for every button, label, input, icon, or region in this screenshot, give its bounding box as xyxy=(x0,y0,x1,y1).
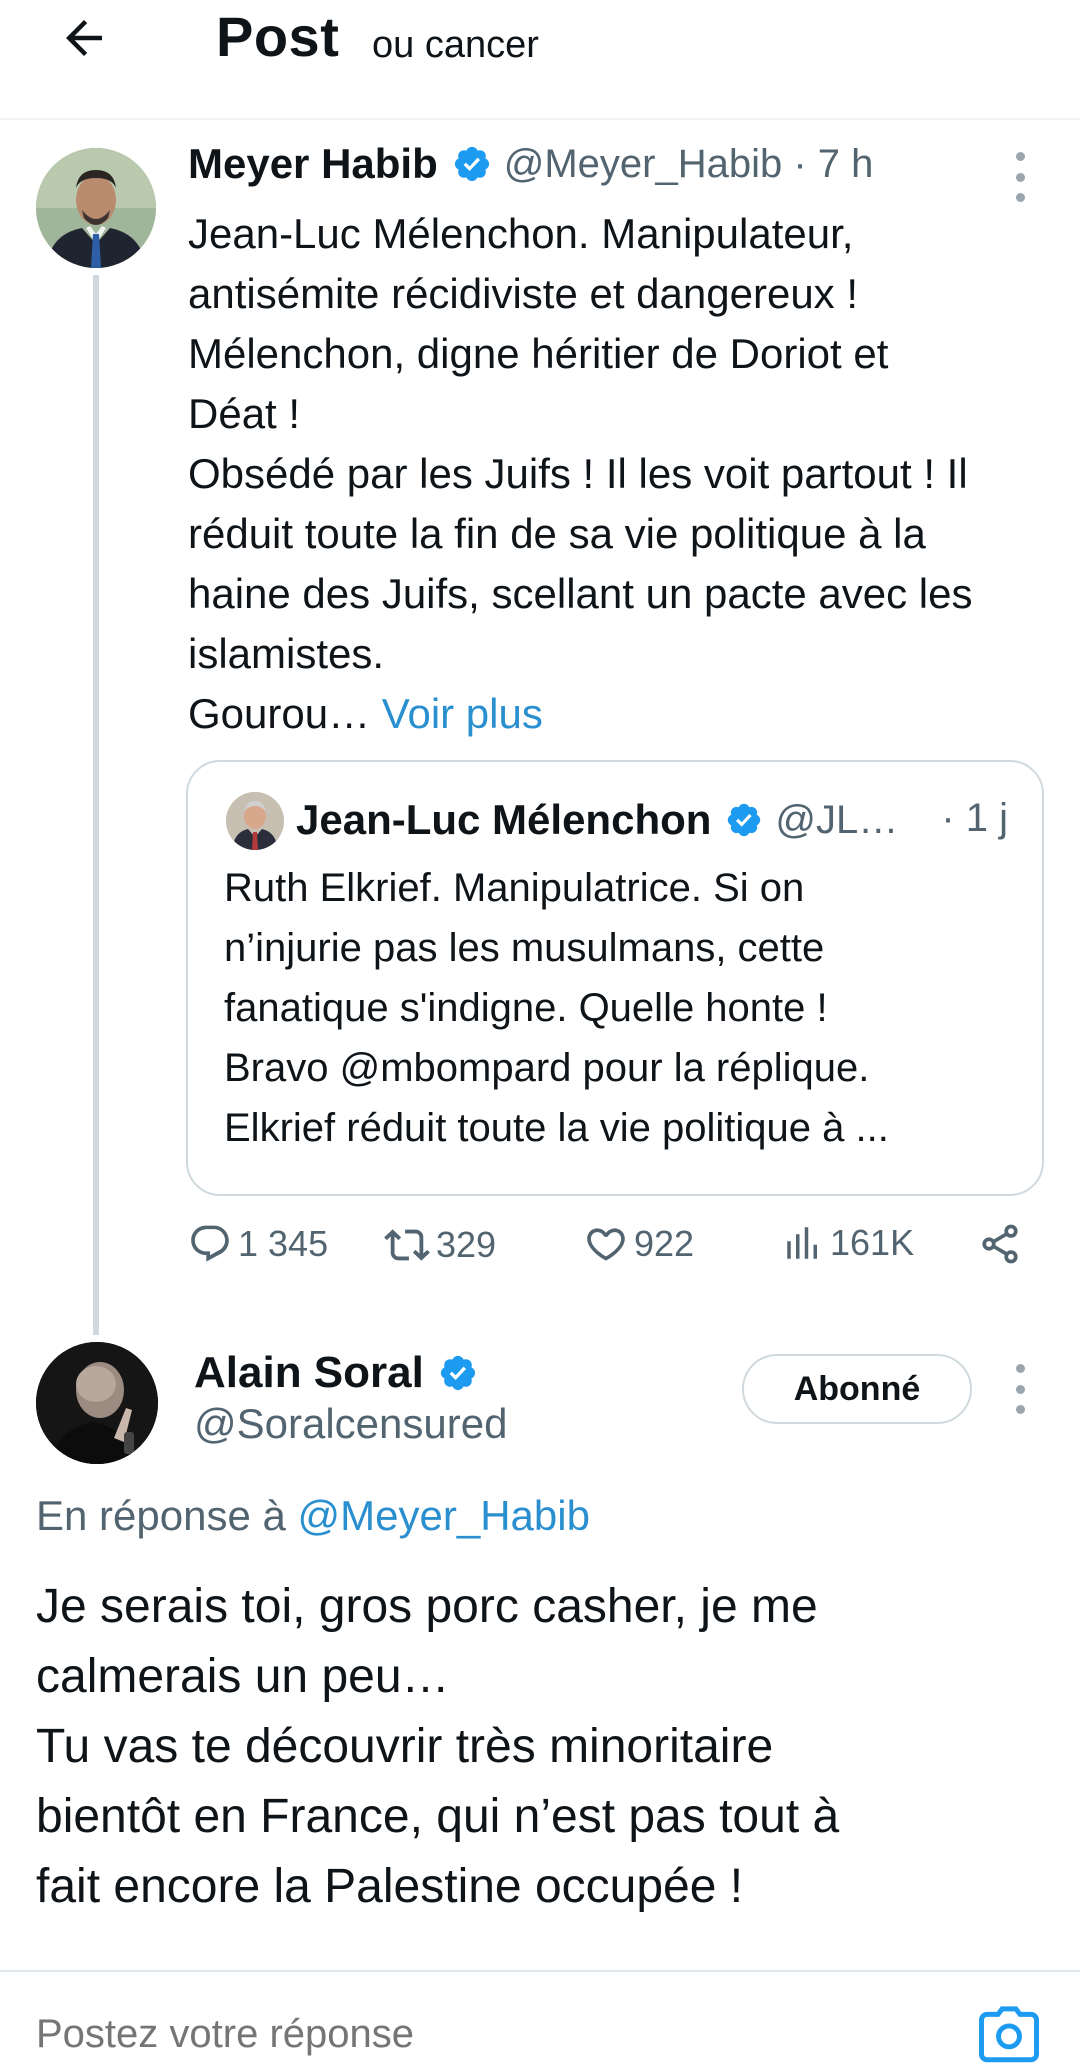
avatar[interactable] xyxy=(36,148,156,268)
like-button[interactable]: 922 xyxy=(584,1222,694,1266)
quote-avatar xyxy=(226,792,284,850)
share-icon xyxy=(982,1224,1018,1264)
post-page: Post ou cancer Meyer Habib @Meyer_Habib … xyxy=(0,0,1080,2067)
views-button[interactable]: 161K xyxy=(782,1222,914,1264)
repost-count: 329 xyxy=(436,1224,497,1265)
camera-button[interactable] xyxy=(976,2002,1042,2067)
share-button[interactable] xyxy=(978,1222,1028,1266)
verified-badge-icon xyxy=(728,803,761,837)
reply-count: 1 345 xyxy=(238,1223,329,1264)
reply-text: Je serais toi, gros porc casher, je me c… xyxy=(36,1572,1056,1922)
page-subtitle: ou cancer xyxy=(372,24,539,66)
reply-line: calmerais un peu… xyxy=(36,1650,450,1703)
tweet-line: Déat ! xyxy=(188,390,301,437)
avatar[interactable] xyxy=(36,1342,158,1464)
truncated-text: Gourou… xyxy=(188,690,382,737)
more-icon-dot xyxy=(1015,193,1025,202)
quote-text: Ruth Elkrief. Manipulatrice. Si on n’inj… xyxy=(224,858,1024,1158)
follow-button[interactable]: Abonné xyxy=(742,1354,972,1424)
tweet-line: Jean-Luc Mélenchon. Manipulateur, xyxy=(188,210,854,257)
author-handle-time[interactable]: @Meyer_Habib · 7 h xyxy=(504,142,874,187)
see-more-link[interactable]: Voir plus xyxy=(382,690,543,737)
profile-photo-melenchon xyxy=(226,792,284,850)
like-count: 922 xyxy=(634,1223,695,1264)
quote-line: Elkrief réduit toute la vie politique à … xyxy=(224,1106,889,1150)
quoted-tweet[interactable]: Jean-Luc Mélenchon @JL… · 1 j Ruth Elkri… xyxy=(186,760,1044,1196)
quote-author-row: Jean-Luc Mélenchon @JL… xyxy=(296,796,898,844)
reply-icon xyxy=(191,1225,229,1262)
author-row: Meyer Habib @Meyer_Habib · 7 h xyxy=(188,140,873,188)
more-icon-dot xyxy=(1015,1405,1025,1414)
profile-photo-meyer-habib xyxy=(36,148,156,268)
quote-author-handle: @JL… xyxy=(775,797,899,842)
reply-author-name[interactable]: Alain Soral xyxy=(194,1348,424,1398)
camera-icon xyxy=(979,2006,1039,2063)
reply-context: En réponse à @Meyer_Habib xyxy=(36,1492,590,1540)
reply-button[interactable]: 1 345 xyxy=(188,1222,328,1266)
back-arrow-icon xyxy=(66,20,102,56)
reply-line: bientôt en France, qui n’est pas tout à xyxy=(36,1790,840,1843)
tweet-line: haine des Juifs, scellant un pacte avec … xyxy=(188,570,973,617)
like-icon xyxy=(587,1228,625,1261)
views-icon xyxy=(787,1227,817,1259)
quote-line: Bravo @mbompard pour la réplique. xyxy=(224,1046,870,1090)
reply-line: Tu vas te découvrir très minoritaire xyxy=(36,1720,774,1773)
profile-photo-alain-soral xyxy=(36,1342,158,1464)
author-name[interactable]: Meyer Habib xyxy=(188,140,438,188)
more-icon-dot xyxy=(1015,152,1025,161)
repost-button[interactable]: 329 xyxy=(384,1222,496,1268)
reply-to-prefix: En réponse à xyxy=(36,1492,298,1539)
tweet-line: Mélenchon, digne héritier de Doriot et xyxy=(188,330,889,377)
reply-author-row: Alain Soral xyxy=(194,1348,490,1398)
top-bar: Post ou cancer xyxy=(0,0,1080,120)
quote-line: Ruth Elkrief. Manipulatrice. Si on xyxy=(224,866,805,910)
tweet-line-truncated: Gourou… Voir plus xyxy=(188,684,1068,744)
tweet-line: antisémite récidiviste et dangereux ! xyxy=(188,270,859,317)
action-bar: 1 345 329 922 161K xyxy=(188,1222,1038,1282)
reply-composer xyxy=(0,1970,1080,2067)
reply-author-handle[interactable]: @Soralcensured xyxy=(194,1400,507,1448)
tweet-line: réduit toute la fin de sa vie politique … xyxy=(188,510,926,557)
reply-line: Je serais toi, gros porc casher, je me xyxy=(36,1580,818,1633)
more-button[interactable] xyxy=(1010,1364,1030,1414)
more-button[interactable] xyxy=(1010,152,1030,202)
repost-icon xyxy=(384,1229,430,1261)
more-icon-dot xyxy=(1015,1384,1025,1394)
tweet-text: Jean-Luc Mélenchon. Manipulateur, antisé… xyxy=(188,204,1068,744)
more-icon-dot xyxy=(1015,1364,1025,1373)
quote-time: · 1 j xyxy=(941,796,1008,840)
views-count: 161K xyxy=(830,1222,915,1263)
page-title: Post xyxy=(216,5,340,68)
quote-author-name: Jean-Luc Mélenchon xyxy=(296,796,712,843)
thread-connector xyxy=(93,275,99,1335)
reply-line: fait encore la Palestine occupée ! xyxy=(36,1860,744,1913)
reply-input[interactable] xyxy=(36,2012,836,2057)
more-icon-dot xyxy=(1015,172,1025,182)
back-button[interactable] xyxy=(52,6,116,70)
quote-line: n’injurie pas les musulmans, cette xyxy=(224,926,825,970)
tweet-line: islamistes. xyxy=(188,630,385,677)
tweet-line: Obsédé par les Juifs ! Il les voit parto… xyxy=(188,450,968,497)
quote-line: fanatique s'indigne. Quelle honte ! xyxy=(224,986,828,1030)
verified-badge-icon xyxy=(454,146,489,182)
reply-to-handle-link[interactable]: @Meyer_Habib xyxy=(298,1492,590,1539)
verified-badge-icon xyxy=(440,1355,475,1391)
